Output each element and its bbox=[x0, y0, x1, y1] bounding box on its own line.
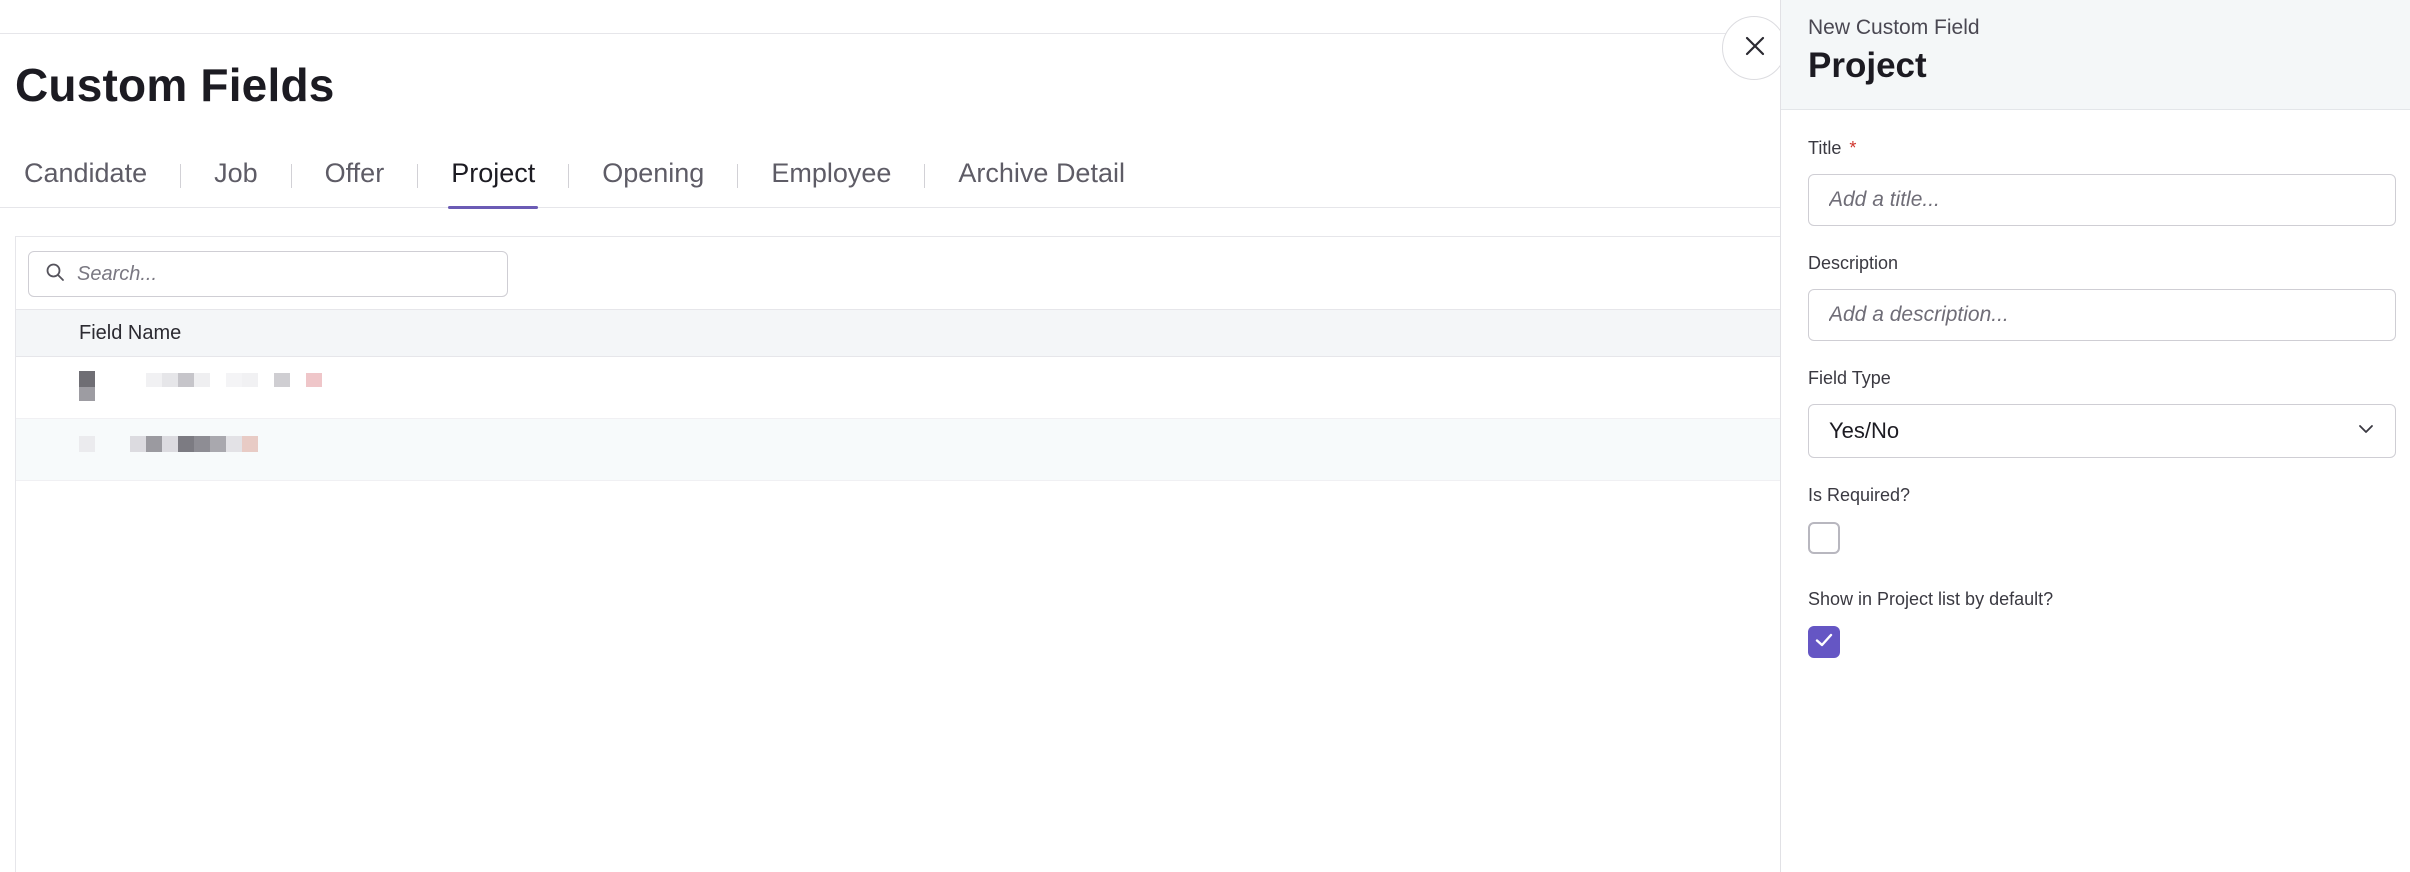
is-required-label: Is Required? bbox=[1808, 485, 1911, 505]
tab-offer[interactable]: Offer bbox=[325, 150, 385, 208]
tab-bar: Candidate Job Offer Project Opening Empl… bbox=[0, 150, 1782, 209]
app-root: Custom Fields Candidate Job Offer Projec… bbox=[0, 0, 2410, 872]
tab-separator bbox=[290, 164, 292, 188]
field-type-value: Yes/No bbox=[1829, 418, 1900, 443]
is-required-checkbox[interactable] bbox=[1808, 522, 1840, 554]
tab-separator bbox=[924, 164, 926, 188]
search-input[interactable] bbox=[77, 262, 497, 286]
column-header-field-name: Field Name bbox=[79, 321, 182, 344]
close-panel-button[interactable] bbox=[1722, 16, 1786, 80]
table-header: Field Name bbox=[16, 309, 1783, 357]
title-input[interactable] bbox=[1808, 174, 2396, 226]
field-type-label: Field Type bbox=[1808, 368, 1891, 388]
check-icon bbox=[1813, 629, 1835, 656]
search-icon bbox=[45, 262, 65, 287]
page-title: Custom Fields bbox=[15, 59, 335, 111]
tab-separator bbox=[568, 164, 570, 188]
close-icon bbox=[1743, 34, 1767, 63]
tab-employee[interactable]: Employee bbox=[771, 150, 891, 208]
title-label-text: Title bbox=[1808, 138, 1842, 158]
tab-candidate[interactable]: Candidate bbox=[24, 150, 147, 208]
chevron-down-icon bbox=[2357, 420, 2375, 443]
tab-separator bbox=[417, 164, 419, 188]
show-in-list-label: Show in Project list by default? bbox=[1808, 589, 2054, 609]
tab-job[interactable]: Job bbox=[214, 150, 258, 208]
top-bar bbox=[0, 0, 1782, 34]
tab-project[interactable]: Project bbox=[448, 150, 539, 209]
title-label: Title * bbox=[1808, 138, 1856, 159]
table-row[interactable] bbox=[16, 357, 1783, 419]
table-row[interactable] bbox=[16, 419, 1783, 481]
search-box[interactable] bbox=[28, 251, 508, 297]
field-type-select[interactable]: Yes/No bbox=[1808, 404, 2396, 458]
tab-opening[interactable]: Opening bbox=[602, 150, 704, 208]
description-input[interactable] bbox=[1808, 289, 2396, 341]
show-in-list-checkbox[interactable] bbox=[1808, 626, 1840, 658]
tab-separator bbox=[180, 164, 182, 188]
panel-header: New Custom Field Project bbox=[1781, 0, 2410, 110]
new-custom-field-panel: New Custom Field Project Title * Descript… bbox=[1780, 0, 2410, 872]
tab-separator bbox=[737, 164, 739, 188]
panel-title: Project bbox=[1808, 46, 1927, 85]
panel-subtitle: New Custom Field bbox=[1808, 16, 1980, 39]
custom-fields-table: Field Name bbox=[15, 236, 1783, 872]
required-marker: * bbox=[1849, 138, 1857, 158]
description-label: Description bbox=[1808, 253, 1899, 273]
tab-archive-detail[interactable]: Archive Detail bbox=[958, 150, 1125, 208]
